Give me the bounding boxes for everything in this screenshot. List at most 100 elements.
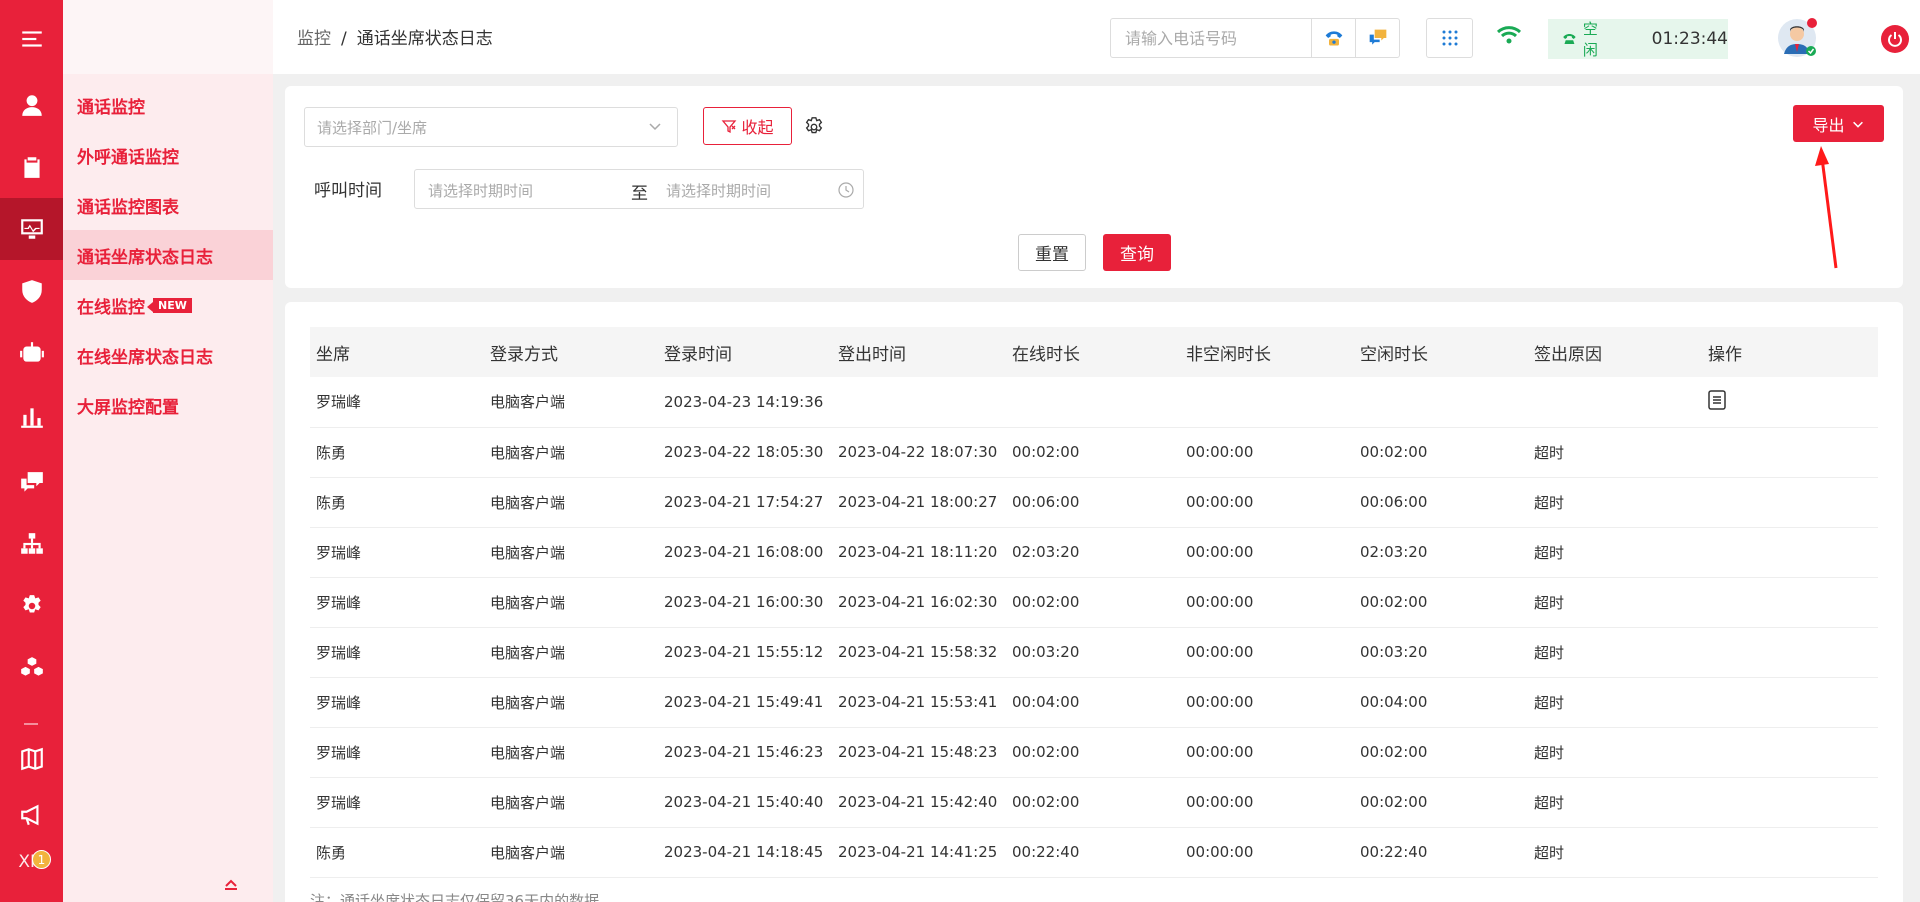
cell-busy-duration: 00:00:00 [1180, 827, 1354, 878]
megaphone-icon[interactable] [0, 784, 63, 846]
table-row: 陈勇 电脑客户端 2023-04-21 14:18:45 2023-04-21 … [310, 827, 1878, 878]
cell-online-duration: 00:03:20 [1006, 627, 1180, 678]
submenu-item-online-monitor[interactable]: 在线监控 NEW [63, 280, 273, 330]
gear-icon[interactable] [0, 575, 63, 637]
cell-logout-time: 2023-04-21 18:11:20 [832, 527, 1006, 578]
table-row: 罗瑞峰 电脑客户端 2023-04-21 15:55:12 2023-04-21… [310, 627, 1878, 678]
cell-logout-time [832, 377, 1006, 428]
submenu-item-call-monitor[interactable]: 通话监控 [63, 80, 273, 130]
cell-action [1702, 527, 1878, 578]
collapse-arrow-icon[interactable] [223, 878, 239, 894]
submenu-item-screen-config[interactable]: 大屏监控配置 [63, 380, 273, 430]
column-header: 在线时长 [1006, 327, 1180, 377]
logout-button[interactable] [1881, 25, 1909, 53]
cell-agent: 罗瑞峰 [310, 727, 484, 778]
cell-idle-duration: 00:02:00 [1354, 427, 1528, 478]
query-button[interactable]: 查询 [1103, 234, 1171, 271]
agent-status[interactable]: 空闲 01:23:44 [1548, 19, 1728, 59]
settings-gear-icon[interactable] [803, 116, 825, 142]
cell-login-time: 2023-04-21 15:46:23 [658, 727, 832, 778]
cell-logout-time: 2023-04-21 15:53:41 [832, 677, 1006, 728]
org-chart-icon[interactable] [0, 513, 63, 575]
cell-idle-duration: 00:03:20 [1354, 627, 1528, 678]
submenu-item-outbound-monitor[interactable]: 外呼通话监控 [63, 130, 273, 180]
cell-logout-time: 2023-04-21 15:58:32 [832, 627, 1006, 678]
sub-menu: 通话监控 外呼通话监控 通话监控图表 通话坐席状态日志 在线监控 NEW 在线坐席… [63, 0, 273, 902]
retention-note: 注：通话坐席状态日志仅保留36天内的数据 [310, 892, 600, 902]
cell-online-duration: 02:03:20 [1006, 527, 1180, 578]
column-header: 签出原因 [1528, 327, 1702, 377]
cell-action [1702, 777, 1878, 828]
start-time-placeholder[interactable]: 请选择时期时间 [428, 180, 533, 201]
table-row: 罗瑞峰 电脑客户端 2023-04-21 16:08:00 2023-04-21… [310, 527, 1878, 578]
cell-signout-reason: 超时 [1528, 677, 1702, 728]
cell-login-method: 电脑客户端 [484, 377, 658, 428]
breadcrumb-parent[interactable]: 监控 [297, 29, 331, 49]
cell-login-method: 电脑客户端 [484, 727, 658, 778]
call-time-range[interactable]: 请选择时期时间 至 请选择时期时间 [414, 169, 864, 209]
cell-busy-duration: 00:00:00 [1180, 627, 1354, 678]
cell-agent: 罗瑞峰 [310, 577, 484, 628]
book-icon[interactable] [0, 728, 63, 790]
cell-signout-reason: 超时 [1528, 427, 1702, 478]
cell-login-time: 2023-04-23 14:19:36 [658, 377, 832, 428]
column-header: 坐席 [310, 327, 484, 377]
app-grid-button[interactable] [1426, 18, 1473, 58]
message-button[interactable] [1355, 19, 1399, 57]
cell-signout-reason: 超时 [1528, 477, 1702, 528]
filter-panel: 请选择部门/坐席 收起 导出 呼叫时间 请选择时期时间 至 请选择时期时间 重置… [285, 86, 1903, 288]
user-icon[interactable] [0, 74, 63, 136]
end-time-placeholder[interactable]: 请选择时期时间 [666, 180, 771, 201]
dial-button[interactable] [1311, 19, 1355, 57]
agent-status-log-table: 坐席 登录方式 登录时间 登出时间 在线时长 非空闲时长 空闲时长 签出原因 操… [310, 327, 1878, 878]
table-row: 陈勇 电脑客户端 2023-04-22 18:05:30 2023-04-22 … [310, 427, 1878, 478]
cell-login-method: 电脑客户端 [484, 627, 658, 678]
table-row: 陈勇 电脑客户端 2023-04-21 17:54:27 2023-04-21 … [310, 477, 1878, 528]
cell-busy-duration: 00:00:00 [1180, 577, 1354, 628]
cell-signout-reason [1528, 377, 1702, 428]
export-button[interactable]: 导出 [1793, 105, 1884, 142]
cell-busy-duration: 00:00:00 [1180, 677, 1354, 728]
cell-action [1702, 577, 1878, 628]
clipboard-icon[interactable] [0, 136, 63, 198]
export-label: 导出 [1812, 115, 1845, 135]
submenu-item-label: 通话坐席状态日志 [77, 247, 213, 268]
menu-icon[interactable] [0, 8, 63, 70]
robot-icon[interactable] [0, 322, 63, 384]
submenu-item-label: 大屏监控配置 [77, 397, 179, 418]
cell-login-time: 2023-04-21 16:08:00 [658, 527, 832, 578]
chat-icon[interactable] [0, 452, 63, 514]
phone-search [1110, 18, 1400, 58]
cell-login-time: 2023-04-21 16:00:30 [658, 577, 832, 628]
cell-online-duration: 00:02:00 [1006, 577, 1180, 628]
column-header: 非空闲时长 [1180, 327, 1354, 377]
submenu-item-online-agent-log[interactable]: 在线坐席状态日志 [63, 330, 273, 380]
collapse-label: 收起 [741, 118, 774, 137]
table-row: 罗瑞峰 电脑客户端 2023-04-21 15:40:40 2023-04-21… [310, 777, 1878, 828]
cell-logout-time: 2023-04-22 18:07:30 [832, 427, 1006, 478]
avatar[interactable] [1777, 18, 1817, 58]
icon-rail: XM 1 [0, 0, 63, 902]
cell-logout-time: 2023-04-21 15:42:40 [832, 777, 1006, 828]
document-detail-icon[interactable] [1708, 390, 1726, 410]
submenu-item-label: 在线监控 [77, 297, 145, 318]
cell-idle-duration: 02:03:20 [1354, 527, 1528, 578]
grid-icon [1442, 30, 1457, 46]
cell-login-method: 电脑客户端 [484, 677, 658, 728]
submenu-item-monitor-chart[interactable]: 通话监控图表 [63, 180, 273, 230]
monitor-icon[interactable] [0, 198, 63, 260]
shield-icon[interactable] [0, 260, 63, 322]
cubes-icon[interactable] [0, 637, 63, 699]
reset-button[interactable]: 重置 [1018, 234, 1086, 271]
bar-chart-icon[interactable] [0, 386, 63, 448]
table-row: 罗瑞峰 电脑客户端 2023-04-21 15:49:41 2023-04-21… [310, 677, 1878, 728]
cell-online-duration: 00:02:00 [1006, 427, 1180, 478]
submenu-item-agent-status-log[interactable]: 通话坐席状态日志 [63, 230, 273, 280]
dept-agent-select[interactable]: 请选择部门/坐席 [304, 107, 678, 147]
phone-input[interactable] [1111, 19, 1311, 57]
table-row: 罗瑞峰 电脑客户端 2023-04-21 16:00:30 2023-04-21… [310, 577, 1878, 628]
cell-login-time: 2023-04-22 18:05:30 [658, 427, 832, 478]
cell-login-method: 电脑客户端 [484, 427, 658, 478]
collapse-filter-button[interactable]: 收起 [703, 107, 792, 145]
column-header: 登录时间 [658, 327, 832, 377]
